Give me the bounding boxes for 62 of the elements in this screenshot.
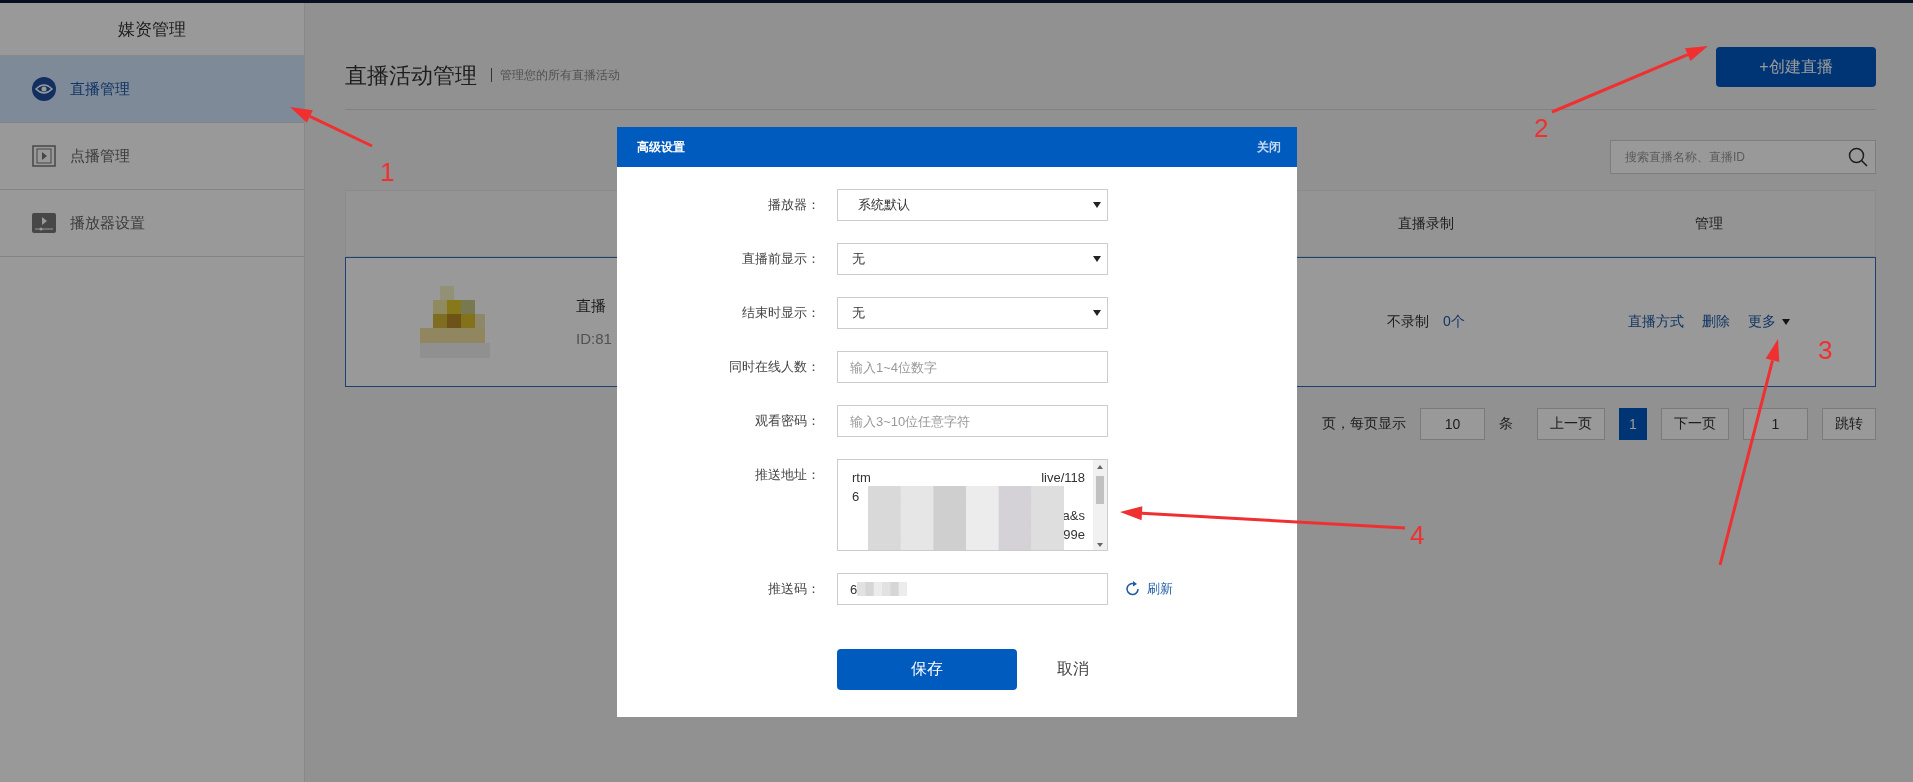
action-link[interactable]: 更多 xyxy=(1748,313,1790,331)
next-page-button[interactable]: 下一页 xyxy=(1661,408,1729,440)
caret-icon xyxy=(1782,319,1790,325)
table-cell: 不录制 xyxy=(1387,313,1430,331)
field-label: 播放器： xyxy=(767,196,820,214)
field-label: 结束时显示： xyxy=(741,304,820,322)
text-fragment: a&s xyxy=(1062,507,1085,525)
search-icon xyxy=(1848,147,1868,167)
refresh-link[interactable]: 刷新 xyxy=(1125,580,1297,598)
dialog-title: 高级设置 xyxy=(637,138,685,156)
jump-page-field[interactable]: 1 xyxy=(1743,408,1808,440)
save-button[interactable]: 保存 xyxy=(837,649,1017,690)
column-header: 管理 xyxy=(1694,214,1724,233)
field-label: 推送地址： xyxy=(754,466,820,484)
eye-icon xyxy=(32,77,56,101)
text-fragment: 6 xyxy=(852,488,860,506)
sidebar-item[interactable]: 点播管理 xyxy=(0,123,304,190)
input-field[interactable]: 6 xyxy=(837,573,1108,605)
search-field[interactable]: 搜索直播名称、直播ID xyxy=(1610,140,1876,174)
text-fragment: rtm xyxy=(852,469,871,487)
annotation-number: 2 xyxy=(1534,113,1549,143)
field-label: 推送码： xyxy=(767,580,820,598)
input-field[interactable]: 输入1~4位数字 xyxy=(837,351,1108,383)
sidebar-item[interactable]: 直播管理 xyxy=(0,56,304,123)
action-link[interactable]: 直播方式 xyxy=(1628,313,1684,331)
create-button[interactable]: +创建直播 xyxy=(1716,47,1876,87)
pagination-text: 页，每页显示 xyxy=(1322,415,1406,433)
annotation-number: 3 xyxy=(1818,335,1833,365)
caret-icon xyxy=(1093,310,1101,316)
input-field[interactable]: 输入3~10位任意字符 xyxy=(837,405,1108,437)
text-area[interactable]: rtm live/118 6 a&s 99e xyxy=(837,459,1108,551)
dropdown[interactable]: 系统默认 xyxy=(837,189,1108,221)
pagination-text: 条 xyxy=(1499,415,1513,433)
page-title: 直播活动管理 xyxy=(345,62,477,90)
action-link[interactable]: 删除 xyxy=(1702,313,1730,331)
column-header: 直播录制 xyxy=(1397,214,1455,233)
page-size-field[interactable]: 10 xyxy=(1420,408,1485,440)
stream-id: ID:81 xyxy=(576,330,612,347)
page-subtitle: 管理您的所有直播活动 xyxy=(491,68,620,82)
dropdown[interactable]: 无 xyxy=(837,297,1108,329)
close-link[interactable]: 关闭 xyxy=(1257,138,1281,156)
annotation-number: 4 xyxy=(1410,520,1425,550)
film-icon xyxy=(32,145,56,167)
redaction-mosaic xyxy=(857,582,908,596)
jump-button[interactable]: 跳转 xyxy=(1822,408,1876,440)
text-fragment: 99e xyxy=(1063,526,1085,544)
player-icon xyxy=(32,213,56,233)
count-link[interactable]: 0个 xyxy=(1443,313,1465,331)
cancel-button[interactable]: 取消 xyxy=(1057,659,1089,680)
prev-page-button[interactable]: 上一页 xyxy=(1537,408,1605,440)
refresh-icon xyxy=(1125,581,1141,597)
dropdown[interactable]: 无 xyxy=(837,243,1108,275)
scrollbar[interactable] xyxy=(1093,460,1107,550)
sidebar-item[interactable]: 播放器设置 xyxy=(0,190,304,257)
field-label: 观看密码： xyxy=(754,412,820,430)
annotation-number: 1 xyxy=(380,157,395,187)
text-fragment: live/118 xyxy=(1041,469,1085,487)
field-label: 同时在线人数： xyxy=(728,358,820,376)
page-number[interactable]: 1 xyxy=(1619,408,1647,440)
stream-name: 直播 xyxy=(576,297,606,316)
caret-icon xyxy=(1093,202,1101,208)
field-label: 直播前显示： xyxy=(741,250,820,268)
